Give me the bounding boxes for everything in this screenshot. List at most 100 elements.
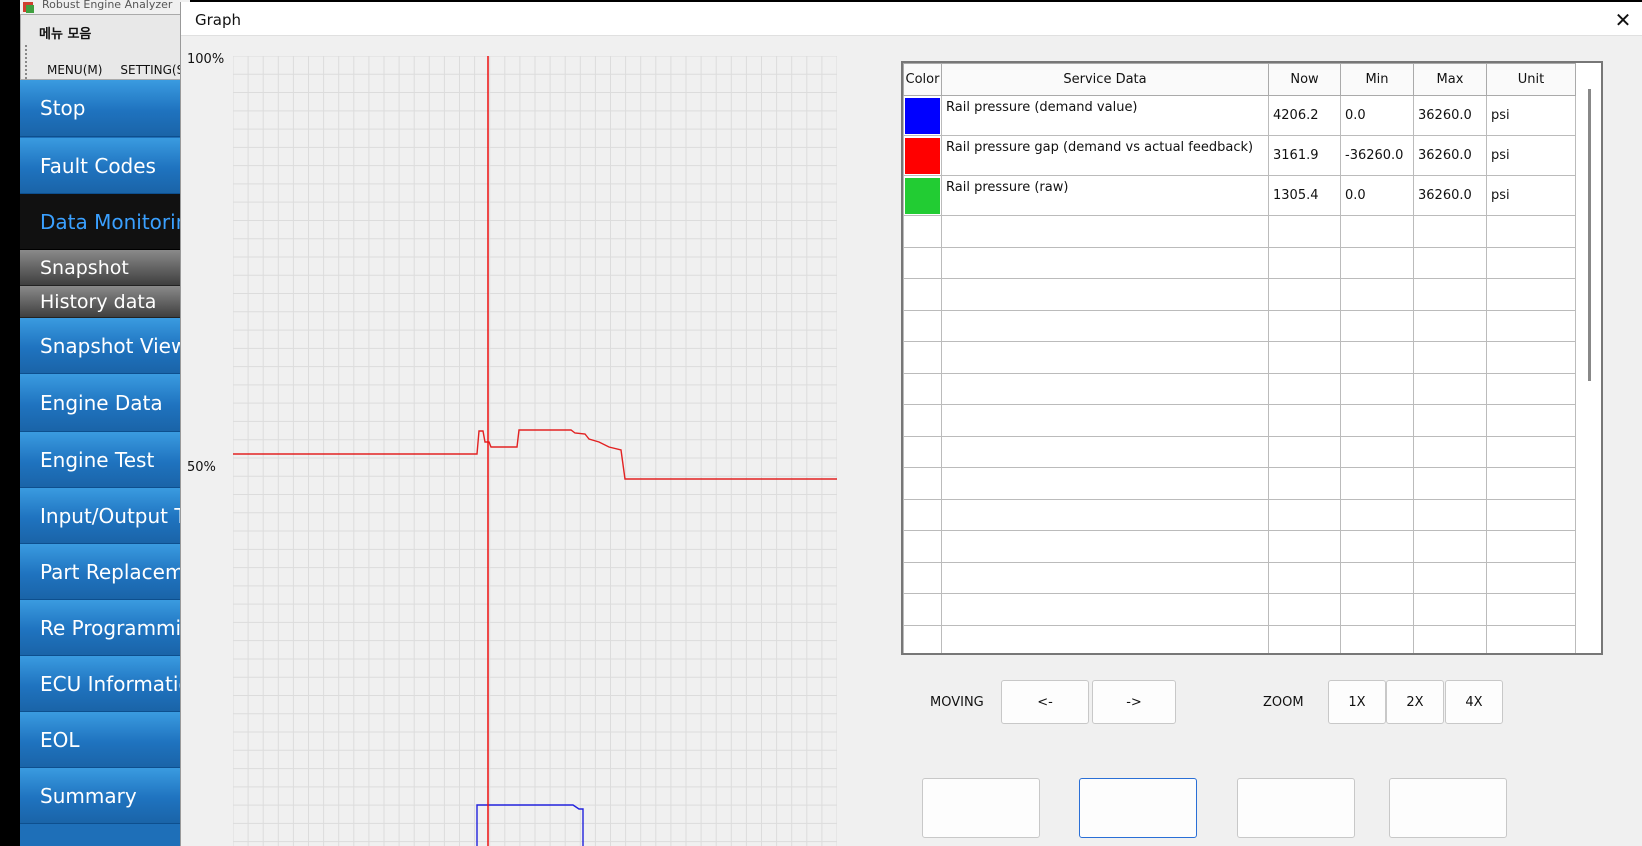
- sidebar-item[interactable]: Data Monitoring: [20, 194, 190, 250]
- graph-plot-area: 100% 50%: [181, 36, 871, 846]
- sidebar-item[interactable]: Input/Output Test: [20, 488, 190, 544]
- menu-panel-title: 메뉴 모음: [39, 27, 92, 42]
- empty-cell: [903, 309, 942, 342]
- table-row[interactable]: Rail pressure (demand value) 4206.2 0.0 362…: [903, 95, 1576, 136]
- empty-cell: [941, 498, 1269, 531]
- menu-menu[interactable]: MENU(M): [47, 63, 102, 77]
- plot-grid: [233, 56, 837, 846]
- sidebar-item[interactable]: Engine Test: [20, 432, 190, 488]
- bottom-button-3[interactable]: [1237, 778, 1355, 838]
- empty-cell: [903, 404, 942, 437]
- menu-setting[interactable]: SETTING(S): [120, 63, 188, 77]
- empty-cell: [903, 624, 942, 653]
- empty-cell: [1413, 498, 1487, 531]
- empty-cell: [1486, 435, 1576, 468]
- header-service-data[interactable]: Service Data: [941, 63, 1269, 96]
- sidebar-item[interactable]: Summary: [20, 768, 190, 824]
- sidebar-item-label: Snapshot Viewer: [40, 333, 190, 358]
- color-swatch: [905, 97, 940, 134]
- empty-cell: [1268, 372, 1341, 405]
- main-app-window: Robust Engine Analyzer 메뉴 모음 MENU(M) SETT…: [20, 0, 190, 846]
- empty-cell: [1268, 593, 1341, 626]
- header-now[interactable]: Now: [1268, 63, 1341, 96]
- header-min[interactable]: Min: [1340, 63, 1414, 96]
- empty-cell: [941, 341, 1269, 374]
- empty-cell: [941, 467, 1269, 500]
- empty-cell: [1268, 530, 1341, 563]
- grip-handle-icon[interactable]: [25, 45, 28, 79]
- header-unit[interactable]: Unit: [1486, 63, 1576, 96]
- sidebar-item[interactable]: Part Replacement: [20, 544, 190, 600]
- empty-cell: [903, 278, 942, 311]
- sidebar-item[interactable]: Snapshot Viewer: [20, 318, 190, 374]
- empty-cell: [1413, 278, 1487, 311]
- empty-row: [903, 246, 1576, 279]
- header-color[interactable]: Color: [903, 63, 942, 96]
- empty-cell: [1413, 309, 1487, 342]
- empty-cell: [1413, 341, 1487, 374]
- empty-cell: [903, 372, 942, 405]
- sidebar-item-label: Input/Output Test: [40, 503, 190, 528]
- cell-min: 0.0: [1340, 175, 1414, 216]
- cell-min: 0.0: [1340, 95, 1414, 136]
- empty-cell: [941, 215, 1269, 248]
- zoom-1x-button[interactable]: 1X: [1328, 680, 1386, 724]
- empty-cell: [1268, 561, 1341, 594]
- empty-row: [903, 498, 1576, 531]
- sidebar-item-label: History data: [40, 290, 157, 313]
- empty-cell: [1268, 278, 1341, 311]
- empty-cell: [1268, 246, 1341, 279]
- zoom-4x-button[interactable]: 4X: [1445, 680, 1503, 724]
- table-scrollbar[interactable]: [1588, 89, 1591, 381]
- zoom-2x-button[interactable]: 2X: [1386, 680, 1444, 724]
- main-app-title: Robust Engine Analyzer: [42, 0, 173, 11]
- bottom-button-1[interactable]: [922, 778, 1040, 838]
- table-row[interactable]: Rail pressure (raw) 1305.4 0.0 36260.0 psi: [903, 175, 1576, 216]
- empty-row: [903, 624, 1576, 653]
- empty-cell: [941, 372, 1269, 405]
- move-left-button[interactable]: <-: [1001, 680, 1089, 724]
- empty-cell: [1340, 561, 1414, 594]
- bottom-button-2[interactable]: [1079, 778, 1197, 838]
- empty-cell: [1268, 341, 1341, 374]
- service-data-name: Rail pressure (demand value): [941, 95, 1269, 136]
- empty-cell: [1268, 215, 1341, 248]
- zoom-label: ZOOM: [1263, 695, 1304, 710]
- move-right-button[interactable]: ->: [1092, 680, 1176, 724]
- y-label-mid: 50%: [187, 460, 216, 475]
- empty-cell: [1268, 498, 1341, 531]
- sidebar-item[interactable]: Stop: [20, 80, 190, 137]
- empty-cell: [1268, 624, 1341, 653]
- sidebar-item[interactable]: ECU Information: [20, 656, 190, 712]
- color-cell: [903, 95, 942, 136]
- sidebar-item-label: EOL: [40, 727, 80, 752]
- empty-row: [903, 593, 1576, 626]
- sidebar-item[interactable]: Re Programming: [20, 600, 190, 656]
- graph-plot[interactable]: [233, 56, 837, 846]
- header-max[interactable]: Max: [1413, 63, 1487, 96]
- empty-cell: [1340, 404, 1414, 437]
- empty-row: [903, 278, 1576, 311]
- bottom-button-4[interactable]: [1389, 778, 1507, 838]
- cell-min: -36260.0: [1340, 135, 1414, 176]
- sidebar-item[interactable]: Fault Codes: [20, 138, 190, 194]
- sidebar-item-label: Part Replacement: [40, 559, 190, 584]
- table-row[interactable]: Rail pressure gap (demand vs actual feed…: [903, 135, 1576, 176]
- sidebar-item[interactable]: Snapshot: [20, 250, 190, 286]
- sidebar-item[interactable]: Engine Data: [20, 374, 190, 432]
- empty-cell: [1340, 530, 1414, 563]
- sidebar-item[interactable]: EOL: [20, 712, 190, 768]
- empty-row: [903, 215, 1576, 248]
- cell-max: 36260.0: [1413, 95, 1487, 136]
- sidebar-item[interactable]: History data: [20, 286, 190, 318]
- empty-cell: [1340, 467, 1414, 500]
- empty-cell: [941, 435, 1269, 468]
- close-button[interactable]: ✕: [1609, 6, 1637, 34]
- empty-cell: [1413, 467, 1487, 500]
- cell-now: 3161.9: [1268, 135, 1341, 176]
- sidebar-item-label: Summary: [40, 783, 137, 808]
- empty-cell: [941, 246, 1269, 279]
- sidebar-item-label: Engine Data: [40, 390, 163, 415]
- sidebar-item-label: ECU Information: [40, 671, 190, 696]
- empty-cell: [903, 498, 942, 531]
